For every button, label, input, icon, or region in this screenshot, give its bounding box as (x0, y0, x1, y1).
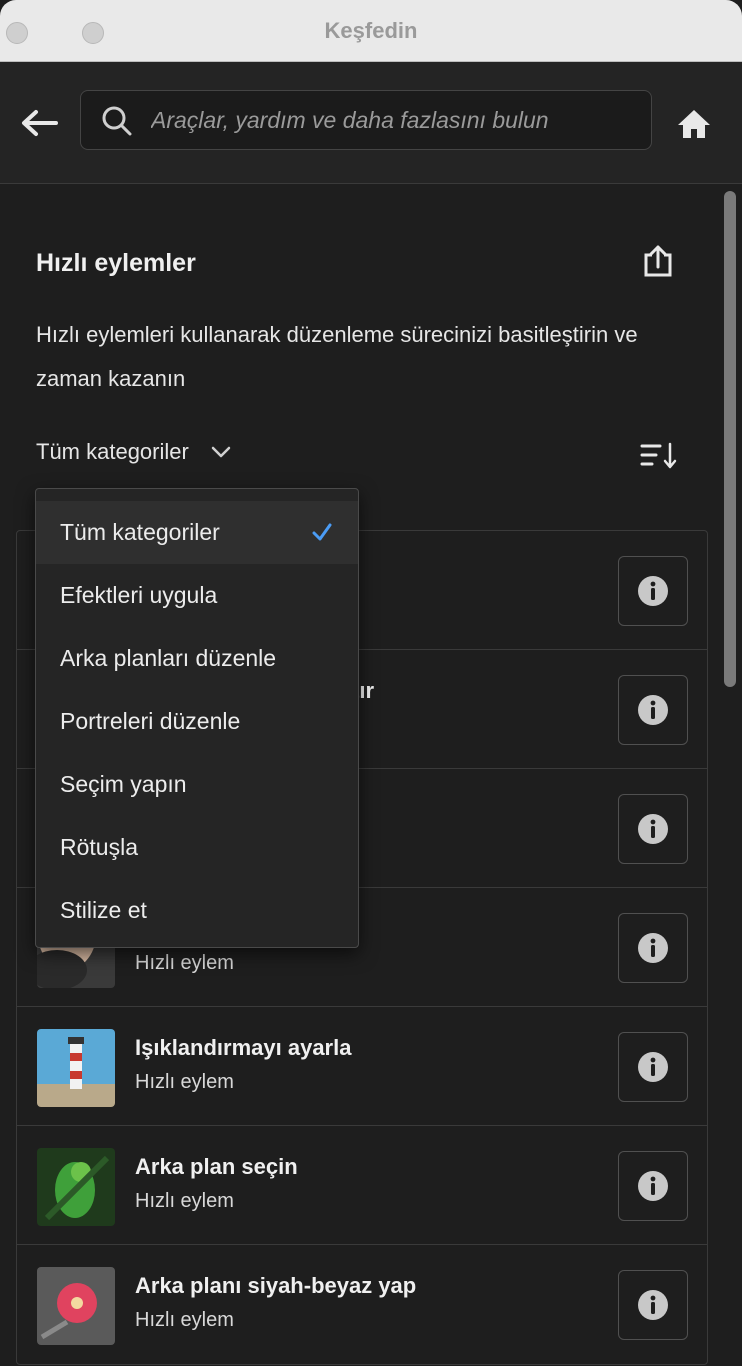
dropdown-option-make-selection[interactable]: Seçim yapın (36, 753, 358, 816)
info-icon (638, 1171, 668, 1201)
info-icon (638, 933, 668, 963)
scrollbar-thumb[interactable] (724, 191, 736, 687)
action-title: Işıklandırmayı ayarla (135, 1035, 352, 1060)
info-icon (638, 695, 668, 725)
dropdown-option-label: Portreleri düzenle (60, 708, 241, 734)
dropdown-option-label: Arka planları düzenle (60, 645, 277, 671)
action-subtitle: Hızlı eylem (135, 1071, 234, 1093)
share-icon (644, 245, 672, 277)
back-button[interactable] (18, 102, 60, 144)
info-button[interactable] (618, 913, 688, 983)
info-icon (638, 1052, 668, 1082)
info-icon (638, 814, 668, 844)
action-subtitle: Hızlı eylem (135, 1190, 234, 1212)
search-input[interactable] (151, 91, 641, 149)
window-title: Keşfedin (324, 18, 418, 43)
list-item[interactable]: Arka planı siyah-beyaz yap Hızlı eylem (17, 1245, 707, 1364)
sort-icon (640, 442, 677, 469)
sort-button[interactable] (640, 441, 680, 471)
action-subtitle: Hızlı eylem (135, 952, 234, 974)
share-button[interactable] (640, 243, 676, 279)
dropdown-option-retouch[interactable]: Rötuşla (36, 816, 358, 879)
list-item[interactable]: Işıklandırmayı ayarla Hızlı eylem (17, 1007, 707, 1126)
dropdown-option-edit-portraits[interactable]: Portreleri düzenle (36, 690, 358, 753)
checkmark-icon (312, 523, 332, 541)
flower-thumbnail (37, 1267, 115, 1345)
category-dropdown-menu: Tüm kategoriler Efektleri uygula Arka pl… (35, 488, 359, 948)
home-icon (678, 110, 710, 138)
section-title: Hızlı eylemler (36, 249, 196, 277)
window-titlebar: Keşfedin (0, 0, 742, 62)
dropdown-option-label: Efektleri uygula (60, 582, 218, 608)
home-button[interactable] (674, 104, 714, 144)
top-toolbar (0, 62, 742, 184)
search-box (80, 90, 652, 150)
info-button[interactable] (618, 794, 688, 864)
dropdown-option-label: Seçim yapın (60, 771, 187, 797)
info-button[interactable] (618, 556, 688, 626)
category-picker[interactable]: Tüm kategoriler (36, 439, 231, 465)
arrow-left-icon (22, 110, 58, 136)
info-button[interactable] (618, 1270, 688, 1340)
info-icon (638, 1290, 668, 1320)
list-item[interactable]: Arka plan seçin Hızlı eylem (17, 1126, 707, 1245)
info-button[interactable] (618, 1151, 688, 1221)
dropdown-option-label: Tüm kategoriler (60, 519, 220, 545)
search-icon (102, 106, 132, 136)
info-button[interactable] (618, 675, 688, 745)
dropdown-option-label: Rötuşla (60, 834, 138, 860)
lighthouse-thumbnail (37, 1029, 115, 1107)
dropdown-option-all-categories[interactable]: Tüm kategoriler (36, 501, 358, 564)
parrot-thumbnail (37, 1148, 115, 1226)
info-button[interactable] (618, 1032, 688, 1102)
dropdown-option-stylize[interactable]: Stilize et (36, 879, 358, 942)
dropdown-option-label: Stilize et (60, 897, 147, 923)
section-description: Hızlı eylemleri kullanarak düzenleme sür… (36, 322, 638, 391)
action-subtitle: Hızlı eylem (135, 1309, 234, 1331)
dropdown-option-edit-backgrounds[interactable]: Arka planları düzenle (36, 627, 358, 690)
info-icon (638, 576, 668, 606)
action-title: Arka plan seçin (135, 1154, 298, 1179)
action-title: Arka planı siyah-beyaz yap (135, 1273, 417, 1298)
chevron-down-icon (211, 446, 231, 458)
dropdown-option-apply-effects[interactable]: Efektleri uygula (36, 564, 358, 627)
category-picker-label: Tüm kategoriler (36, 439, 189, 464)
